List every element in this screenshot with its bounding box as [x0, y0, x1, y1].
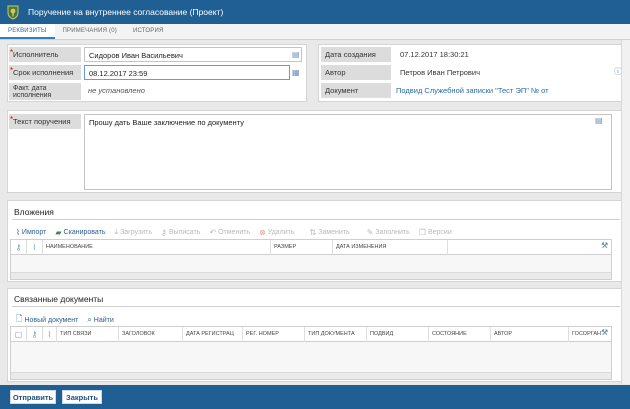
related-docs-settings-icon[interactable]: ⚒	[601, 328, 608, 337]
author-label: Автор	[321, 65, 391, 80]
delete-icon: ⊗	[259, 227, 266, 237]
deadline-field[interactable]: 08.12.2017 23:59	[84, 65, 290, 80]
attachments-hscroll[interactable]	[11, 272, 611, 279]
title-bar: Поручение на внутреннее согласование (Пр…	[0, 0, 630, 24]
expand-editor-icon[interactable]: ▤	[595, 117, 603, 125]
calendar-icon[interactable]: ▦	[292, 69, 300, 77]
task-text-field[interactable]: Прошу дать Ваше заключение по документу	[84, 114, 612, 190]
page-vscroll[interactable]	[621, 40, 630, 384]
replace-icon: ⇅	[309, 227, 317, 237]
fill-button[interactable]: ✎ Заполнить	[367, 228, 410, 237]
import-button[interactable]: ⌇ Импорт	[16, 228, 46, 237]
created-label: Дата создания	[321, 47, 391, 62]
lookup-icon[interactable]: ▤	[292, 51, 300, 59]
column-state[interactable]: Состояние	[429, 327, 491, 342]
document-label: Документ	[321, 83, 391, 98]
new-document-button[interactable]: 🗋 Новый документ	[16, 313, 78, 327]
created-value: 07.12.2017 18:30:21	[400, 50, 469, 59]
replace-button[interactable]: ⇅ Заменить	[310, 228, 350, 237]
new-document-icon: 🗋	[16, 314, 23, 323]
tab-requisites[interactable]: РЕКВИЗИТЫ	[0, 24, 55, 39]
column-name[interactable]: Наименование	[43, 240, 271, 255]
tab-strip: РЕКВИЗИТЫ ПРИМЕЧАНИЯ (0) ИСТОРИЯ	[0, 24, 630, 40]
scan-button[interactable]: ▰ Сканировать	[55, 228, 105, 237]
column-reg-date[interactable]: Дата регистрац	[183, 327, 243, 342]
send-button[interactable]: Отправить	[10, 390, 56, 404]
attachments-grid-header: ⚷ ⌇ Наименование Размер Дата изменения	[11, 240, 611, 255]
column-doc-type[interactable]: Тип документа	[305, 327, 367, 342]
search-icon: ⌕	[87, 315, 92, 324]
checkout-button[interactable]: ⚷ Выписать	[161, 228, 200, 237]
key-column-icon: ⚷	[27, 327, 43, 342]
executor-label: * Исполнитель	[9, 47, 81, 62]
column-author[interactable]: Автор	[491, 327, 569, 342]
actual-date-label: Факт. дата исполнения	[9, 83, 81, 100]
actual-date-value: не установлено	[88, 86, 145, 95]
bottom-bar: Отправить Закрыть	[0, 385, 630, 409]
load-button[interactable]: ⤓ Загрузить	[115, 227, 153, 237]
deadline-label: * Срок исполнения	[9, 65, 81, 80]
related-docs-divider	[12, 306, 620, 307]
fill-icon: ✎	[366, 227, 374, 237]
paperclip-icon: ⌇	[16, 227, 20, 237]
task-text-label: * Текст поручения	[9, 114, 81, 129]
scanner-icon: ▰	[55, 227, 62, 237]
author-value: Петров Иван Петрович	[400, 68, 481, 77]
document-column-icon: ▢	[11, 327, 27, 342]
cancel-checkout-button[interactable]: ↶ Отменить	[209, 228, 250, 237]
related-docs-grid: ▢ ⚷ ⌇ Тип связи Заголовок Дата регистрац…	[10, 326, 612, 380]
executor-field[interactable]: Сидоров Иван Васильевич	[84, 47, 302, 62]
column-reg-number[interactable]: Рег. номер	[243, 327, 305, 342]
related-docs-title: Связанные документы	[14, 294, 104, 304]
window-title: Поручение на внутреннее согласование (Пр…	[28, 7, 224, 17]
undo-icon: ↶	[209, 227, 217, 237]
column-size[interactable]: Размер	[271, 240, 333, 255]
versions-button[interactable]: ❐ Версии	[419, 228, 452, 237]
find-button[interactable]: ⌕ Найти	[87, 315, 113, 325]
column-link-type[interactable]: Тип связи	[57, 327, 119, 342]
delete-button[interactable]: ⊗ Удалить	[259, 228, 294, 237]
attachments-title: Вложения	[14, 207, 54, 217]
versions-icon: ❐	[418, 227, 426, 237]
column-heading[interactable]: Заголовок	[119, 327, 183, 342]
key-icon: ⚷	[161, 227, 167, 237]
tab-history[interactable]: ИСТОРИЯ	[125, 24, 172, 39]
key-column-icon: ⚷	[11, 240, 27, 255]
column-modified[interactable]: Дата изменения	[333, 240, 448, 255]
attach-column-icon: ⌇	[27, 240, 43, 255]
attachments-grid: ⚷ ⌇ Наименование Размер Дата изменения	[10, 239, 612, 280]
coat-of-arms-logo	[7, 5, 19, 20]
attach-column-icon: ⌇	[43, 327, 57, 342]
attachments-settings-icon[interactable]: ⚒	[601, 241, 608, 250]
download-icon: ⤓	[114, 227, 119, 236]
related-docs-toolbar: 🗋 Новый документ ⌕ Найти	[16, 313, 123, 327]
close-button[interactable]: Закрыть	[62, 390, 102, 404]
related-docs-grid-header: ▢ ⚷ ⌇ Тип связи Заголовок Дата регистрац…	[11, 327, 611, 342]
related-docs-hscroll[interactable]	[11, 372, 611, 379]
attachments-toolbar: ⌇ Импорт ▰ Сканировать ⤓ Загрузить ⚷ Выписат…	[16, 227, 461, 237]
column-subtype[interactable]: Подвид	[367, 327, 429, 342]
tab-notes[interactable]: ПРИМЕЧАНИЯ (0)	[55, 24, 125, 39]
attachments-divider	[12, 219, 620, 220]
document-link[interactable]: Подвид Служебной записки "Тест ЭП" № от	[396, 86, 549, 95]
